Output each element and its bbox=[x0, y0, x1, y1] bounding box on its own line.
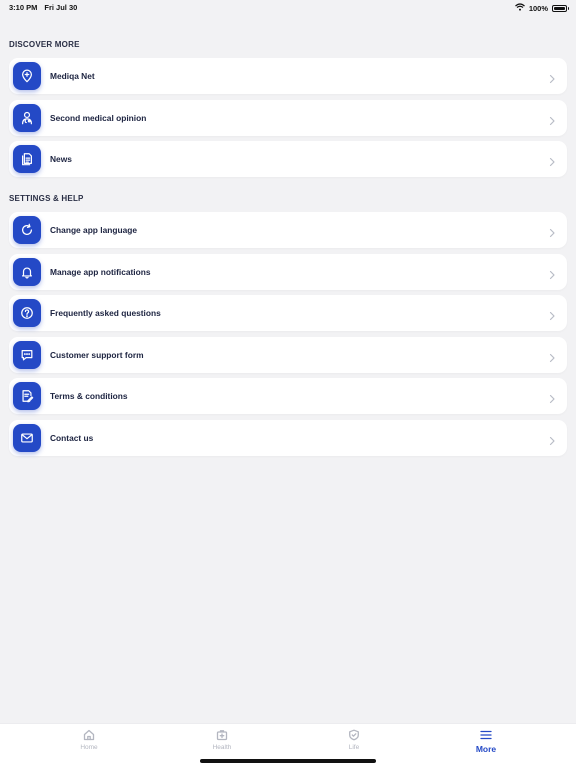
question-circle-icon bbox=[13, 299, 41, 328]
item-label: Terms & conditions bbox=[50, 391, 128, 402]
tab-label: Home bbox=[80, 744, 98, 751]
tab-label: More bbox=[475, 744, 497, 754]
item-label: Frequently asked questions bbox=[50, 308, 161, 319]
chevron-right-icon bbox=[547, 350, 557, 362]
item-label: Change app language bbox=[50, 225, 138, 235]
item-label: News bbox=[50, 154, 72, 165]
tab-label: Health bbox=[212, 744, 232, 751]
settings-list: Change app language Manage app notificat… bbox=[9, 212, 567, 462]
section-title-discover: DISCOVER MORE bbox=[9, 40, 80, 49]
chevron-right-icon bbox=[547, 225, 557, 238]
status-time: 3:10 PM bbox=[9, 3, 38, 12]
tab-label: Life bbox=[348, 744, 360, 751]
list-item-terms[interactable]: Terms & conditions bbox=[9, 378, 567, 415]
list-item-notifications[interactable]: Manage app notifications bbox=[9, 253, 567, 290]
menu-icon bbox=[480, 730, 492, 740]
battery-icon bbox=[552, 4, 569, 12]
list-item-contact-us[interactable]: Contact us bbox=[9, 419, 567, 456]
tab-more[interactable]: More bbox=[446, 729, 526, 754]
status-left: 3:10 PM Fri Jul 30 bbox=[9, 3, 77, 12]
chat-bubble-icon bbox=[13, 340, 41, 369]
home-indicator bbox=[200, 759, 376, 763]
chevron-right-icon bbox=[547, 308, 557, 321]
status-right: 100% bbox=[514, 3, 569, 13]
document-pen-icon bbox=[13, 382, 41, 411]
battery-percent: 100% bbox=[528, 3, 548, 13]
wifi-icon bbox=[514, 3, 525, 13]
chevron-right-icon bbox=[547, 113, 557, 125]
item-label: Second medical opinion bbox=[50, 112, 147, 123]
chevron-right-icon bbox=[547, 154, 557, 167]
tab-bar: Home Health Life More bbox=[0, 723, 576, 768]
item-label: Mediqa Net bbox=[50, 71, 95, 81]
list-item-mediqa-net[interactable]: Mediqa Net bbox=[9, 58, 567, 94]
tab-life[interactable]: Life bbox=[314, 729, 394, 751]
item-label: Contact us bbox=[50, 432, 94, 443]
chevron-right-icon bbox=[547, 267, 557, 279]
chevron-right-icon bbox=[547, 391, 557, 404]
chevron-right-icon bbox=[547, 71, 557, 84]
discover-list: Mediqa Net Second medical opinion News bbox=[9, 58, 567, 183]
location-pin-plus-icon bbox=[13, 62, 41, 90]
list-item-support-form[interactable]: Customer support form bbox=[9, 336, 567, 373]
doctor-icon bbox=[13, 103, 41, 132]
shield-icon bbox=[349, 729, 359, 741]
chevron-right-icon bbox=[547, 433, 557, 446]
list-item-change-language[interactable]: Change app language bbox=[9, 212, 567, 248]
list-item-second-opinion[interactable]: Second medical opinion bbox=[9, 99, 567, 136]
document-icon bbox=[13, 145, 41, 174]
status-date: Fri Jul 30 bbox=[44, 3, 78, 12]
item-label: Manage app notifications bbox=[50, 266, 151, 277]
tab-health[interactable]: Health bbox=[182, 729, 262, 751]
bell-icon bbox=[13, 257, 41, 286]
mail-icon bbox=[13, 423, 41, 452]
medical-kit-icon bbox=[216, 730, 228, 741]
battery-fill bbox=[554, 6, 565, 10]
refresh-icon bbox=[13, 216, 41, 244]
list-item-faq[interactable]: Frequently asked questions bbox=[9, 295, 567, 332]
section-title-settings: SETTINGS & HELP bbox=[9, 194, 84, 203]
status-bar: 3:10 PM Fri Jul 30 100% bbox=[0, 0, 576, 14]
list-item-news[interactable]: News bbox=[9, 141, 567, 178]
item-label: Customer support form bbox=[50, 349, 144, 360]
home-icon bbox=[83, 729, 95, 741]
tab-home[interactable]: Home bbox=[49, 729, 129, 751]
